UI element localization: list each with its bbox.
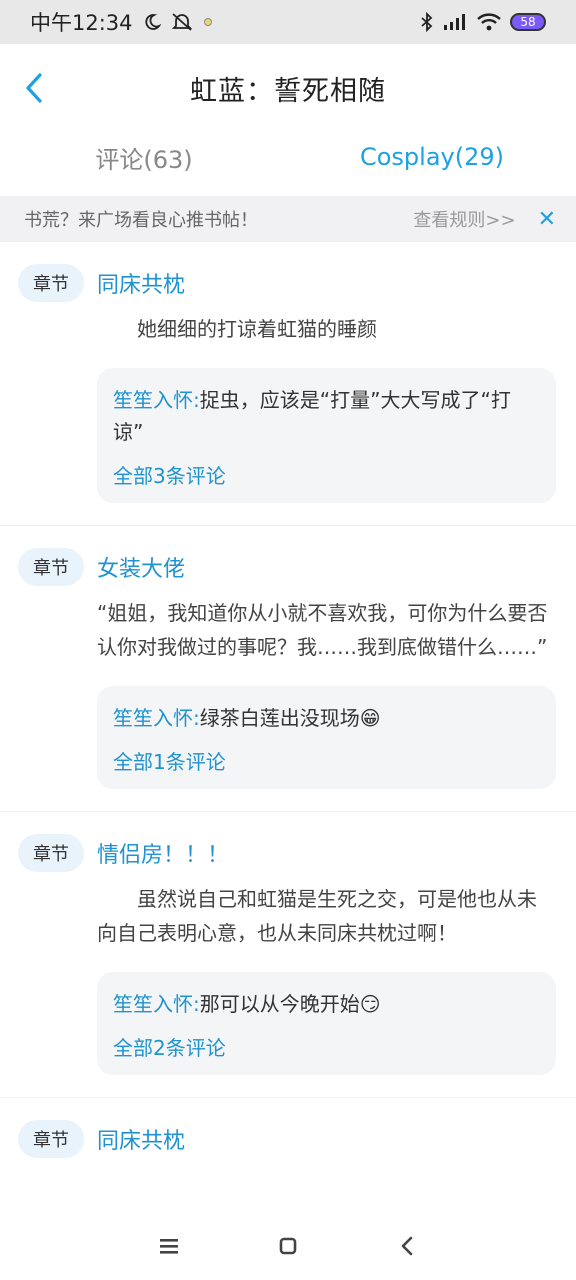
signal-icon [442, 12, 468, 32]
comment-box[interactable]: 笙笙入怀:那可以从今晚开始😏 全部2条评论 [97, 972, 556, 1075]
tab-comments[interactable]: 评论(63) [0, 118, 288, 196]
card-header: 章节 同床共枕 [18, 264, 556, 302]
chapter-quote: 虽然说自己和虹猫是生死之交，可是他也从未向自己表明心意，也从未同床共枕过啊！ [97, 887, 537, 945]
menu-button[interactable] [149, 1226, 189, 1266]
bluetooth-icon [420, 12, 434, 32]
home-button[interactable] [268, 1226, 308, 1266]
system-nav-bar [0, 1212, 576, 1280]
mute-icon [171, 12, 193, 32]
comment-line: 笙笙入怀:捉虫，应该是“打量”大大写成了“打谅” [113, 384, 538, 448]
back-arrow-icon [401, 1236, 412, 1256]
notice-banner: 书荒？来广场看良心推书帖！ 查看规则>> ✕ [0, 196, 576, 242]
chapter-card: 章节 同床共枕 她细细的打谅着虹猫的睡颜 笙笙入怀:捉虫，应该是“打量”大大写成… [0, 242, 576, 526]
tab-bar: 评论(63) Cosplay(29) [0, 118, 576, 196]
card-header: 章节 同床共枕 [18, 1120, 556, 1158]
comment-box[interactable]: 笙笙入怀:绿茶白莲出没现场😁 全部1条评论 [97, 686, 556, 789]
chapter-quote: “姐姐，我知道你从小就不喜欢我，可你为什么要否认你对我做过的事呢？我……我到底做… [97, 601, 548, 659]
chapter-title[interactable]: 同床共枕 [97, 267, 185, 299]
back-button[interactable] [14, 66, 54, 110]
all-comments-link[interactable]: 全部2条评论 [113, 1032, 538, 1061]
comment-username[interactable]: 笙笙入怀: [113, 388, 200, 412]
comment-box[interactable]: 笙笙入怀:捉虫，应该是“打量”大大写成了“打谅” 全部3条评论 [97, 368, 556, 503]
chapter-quote: 她细细的打谅着虹猫的睡颜 [97, 317, 377, 341]
chapter-card: 章节 女装大佬 “姐姐，我知道你从小就不喜欢我，可你为什么要否认你对我做过的事呢… [0, 526, 576, 812]
notice-text: 书荒？来广场看良心推书帖！ [24, 210, 258, 231]
page-title: 虹蓝：誓死相随 [190, 75, 386, 107]
comment-feed: 章节 同床共枕 她细细的打谅着虹猫的睡颜 笙笙入怀:捉虫，应该是“打量”大大写成… [0, 242, 576, 1180]
status-time: 中午12:34 [30, 11, 133, 35]
chapter-card: 章节 同床共枕 [0, 1098, 576, 1180]
chapter-tag: 章节 [18, 1120, 84, 1158]
chapter-title[interactable]: 女装大佬 [97, 551, 185, 583]
card-header: 章节 情侣房！！！ [18, 834, 556, 872]
status-left: 中午12:34 [30, 7, 213, 37]
status-bar: 中午12:34 58 [0, 0, 576, 44]
chapter-tag: 章节 [18, 834, 84, 872]
chapter-card: 章节 情侣房！！！ 虽然说自己和虹猫是生死之交，可是他也从未向自己表明心意，也从… [0, 812, 576, 1098]
chapter-tag: 章节 [18, 548, 84, 586]
card-header: 章节 女装大佬 [18, 548, 556, 586]
system-back-button[interactable] [387, 1226, 427, 1266]
home-square-icon [279, 1237, 297, 1255]
comment-line: 笙笙入怀:绿茶白莲出没现场😁 [113, 702, 538, 734]
menu-icon [160, 1239, 179, 1254]
chapter-title[interactable]: 同床共枕 [97, 1123, 185, 1155]
chapter-tag: 章节 [18, 264, 84, 302]
status-right: 58 [420, 12, 546, 32]
battery-indicator: 58 [510, 13, 546, 31]
all-comments-link[interactable]: 全部3条评论 [113, 460, 538, 489]
chapter-title[interactable]: 情侣房！！！ [97, 837, 229, 869]
close-icon[interactable]: ✕ [538, 207, 556, 232]
comment-text: 绿茶白莲出没现场😁 [199, 706, 381, 730]
tab-cosplay[interactable]: Cosplay(29) [288, 118, 576, 196]
view-rules-link[interactable]: 查看规则>> [413, 206, 515, 232]
comment-line: 笙笙入怀:那可以从今晚开始😏 [113, 988, 538, 1020]
all-comments-link[interactable]: 全部1条评论 [113, 746, 538, 775]
comment-username[interactable]: 笙笙入怀: [113, 992, 200, 1016]
comment-text: 那可以从今晚开始😏 [199, 992, 381, 1016]
comment-username[interactable]: 笙笙入怀: [113, 706, 200, 730]
wifi-icon [476, 12, 502, 32]
chevron-left-icon [26, 73, 42, 103]
app-notification-icon [203, 17, 213, 27]
moon-icon [143, 13, 161, 31]
